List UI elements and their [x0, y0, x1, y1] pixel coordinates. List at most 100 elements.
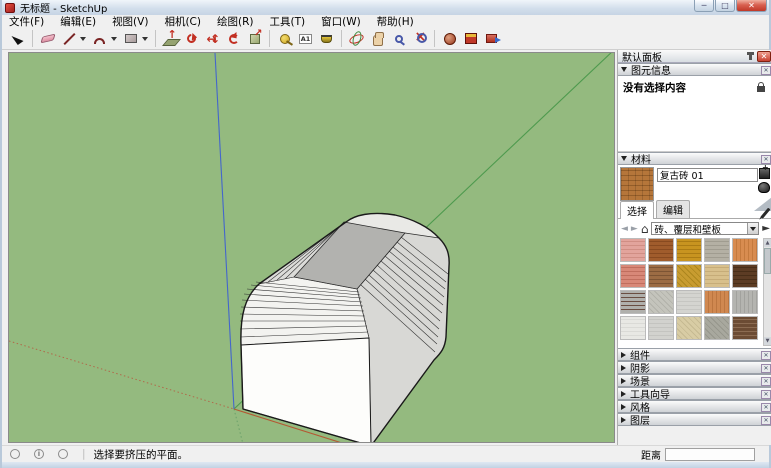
material-swatch[interactable]: [704, 290, 730, 314]
tape-measure-tool-button[interactable]: [274, 29, 295, 49]
scroll-up-arrow[interactable]: ▲: [764, 239, 771, 247]
credits-info-icon[interactable]: i: [34, 449, 44, 459]
close-button[interactable]: ✕: [736, 0, 767, 12]
material-swatch[interactable]: [704, 264, 730, 288]
maximize-button[interactable]: □: [715, 0, 735, 12]
pan-tool-button[interactable]: [367, 29, 388, 49]
material-swatch[interactable]: [620, 290, 646, 314]
orbit-tool-button[interactable]: [346, 29, 367, 49]
chevron-right-icon: [621, 378, 626, 384]
section-collapse-button[interactable]: ✕: [761, 351, 771, 360]
menu-item-0[interactable]: 文件(F): [9, 14, 44, 29]
select-icon: [11, 32, 23, 45]
material-swatch[interactable]: [648, 316, 674, 340]
material-preview-thumbnail[interactable]: [620, 167, 654, 201]
move-tool-button[interactable]: [202, 29, 223, 49]
title-bar: 无标题 - SketchUp ─ □ ✕: [2, 0, 769, 15]
menu-item-7[interactable]: 帮助(H): [377, 14, 414, 29]
entity-info-collapse-button[interactable]: ✕: [761, 66, 771, 75]
line-dropdown-caret[interactable]: [80, 37, 86, 41]
menu-item-2[interactable]: 视图(V): [112, 14, 148, 29]
pin-icon[interactable]: [749, 52, 752, 60]
section-header-5[interactable]: 图层 ✕: [618, 413, 771, 426]
arc-tool-button[interactable]: [89, 29, 110, 49]
add-location-icon: [444, 33, 456, 45]
chevron-down-icon: [621, 156, 627, 161]
material-swatch[interactable]: [648, 264, 674, 288]
material-swatch[interactable]: [676, 238, 702, 262]
menu-item-1[interactable]: 编辑(E): [60, 14, 96, 29]
eraser-tool-button[interactable]: [37, 29, 58, 49]
rotate-tool-button[interactable]: [223, 29, 244, 49]
scroll-down-arrow[interactable]: ▼: [764, 337, 771, 345]
swatch-scrollbar[interactable]: ▲ ▼: [763, 238, 771, 346]
3d-viewport-canvas[interactable]: [9, 53, 614, 442]
followme-tool-button[interactable]: [181, 29, 202, 49]
in-model-home-icon[interactable]: ⌂: [641, 224, 649, 234]
tray-close-button[interactable]: ✕: [757, 51, 771, 62]
material-swatch[interactable]: [676, 290, 702, 314]
material-swatch[interactable]: [648, 290, 674, 314]
arc-dropdown-caret[interactable]: [111, 37, 117, 41]
material-swatch[interactable]: [676, 316, 702, 340]
lock-icon[interactable]: [757, 86, 765, 92]
section-collapse-button[interactable]: ✕: [761, 364, 771, 373]
menu-item-6[interactable]: 窗口(W): [321, 14, 361, 29]
chevron-right-icon: [621, 404, 626, 410]
section-collapse-button[interactable]: ✕: [761, 416, 771, 425]
section-collapse-button[interactable]: ✕: [761, 377, 771, 386]
scrollbar-thumb[interactable]: [764, 248, 771, 274]
orbit-icon: [349, 31, 364, 46]
section-header-entity-info[interactable]: 图元信息 ✕: [618, 63, 771, 76]
section-header-materials[interactable]: 材料 ✕: [618, 152, 771, 165]
create-material-icon[interactable]: [759, 168, 770, 179]
secondary-pane-icon[interactable]: [758, 182, 770, 193]
forward-arrow-icon[interactable]: ►: [631, 224, 638, 234]
menu-item-5[interactable]: 工具(T): [269, 14, 305, 29]
material-swatch-grid: [620, 238, 758, 346]
geolocation-icon[interactable]: [10, 449, 20, 459]
material-swatch[interactable]: [704, 238, 730, 262]
material-swatch[interactable]: [732, 238, 758, 262]
get-models-icon: [465, 33, 477, 44]
material-swatch[interactable]: [620, 316, 646, 340]
share-model-tool-button[interactable]: [481, 29, 502, 49]
material-swatch[interactable]: [732, 290, 758, 314]
material-name-input[interactable]: [657, 168, 758, 182]
tab-edit[interactable]: 编辑: [656, 200, 690, 218]
back-arrow-icon[interactable]: ◄: [621, 224, 628, 234]
material-swatch[interactable]: [648, 238, 674, 262]
zoom-extents-tool-button[interactable]: [409, 29, 430, 49]
status-hint-text: 选择要挤压的平面。: [94, 447, 641, 462]
details-arrow-icon[interactable]: ►: [762, 223, 770, 234]
paint-bucket-tool-button[interactable]: [316, 29, 337, 49]
material-swatch[interactable]: [620, 264, 646, 288]
zoom-tool-button[interactable]: [388, 29, 409, 49]
model-box[interactable]: [240, 213, 449, 442]
rectangle-dropdown-caret[interactable]: [142, 37, 148, 41]
section-collapse-button[interactable]: ✕: [761, 403, 771, 412]
material-swatch[interactable]: [620, 238, 646, 262]
add-location-tool-button[interactable]: [439, 29, 460, 49]
menu-item-4[interactable]: 绘图(R): [217, 14, 254, 29]
dropdown-button[interactable]: [747, 223, 758, 234]
material-category-dropdown[interactable]: 砖、覆层和壁板: [651, 222, 759, 235]
line-tool-button[interactable]: [58, 29, 79, 49]
material-swatch[interactable]: [704, 316, 730, 340]
section-collapse-button[interactable]: ✕: [761, 390, 771, 399]
material-swatch[interactable]: [732, 316, 758, 340]
get-models-tool-button[interactable]: [460, 29, 481, 49]
material-swatch[interactable]: [676, 264, 702, 288]
scale-tool-button[interactable]: [244, 29, 265, 49]
sign-in-icon[interactable]: [58, 449, 68, 459]
tab-select[interactable]: 选择: [620, 201, 654, 219]
rectangle-tool-button[interactable]: [120, 29, 141, 49]
section-title: 图层: [630, 412, 650, 427]
pushpull-tool-button[interactable]: [160, 29, 181, 49]
material-swatch[interactable]: [732, 264, 758, 288]
viewport[interactable]: [8, 52, 615, 443]
measurement-input[interactable]: [665, 448, 755, 461]
select-tool-button[interactable]: [7, 29, 28, 49]
text-tool-button[interactable]: A1: [295, 29, 316, 49]
minimize-button[interactable]: ─: [694, 0, 714, 12]
